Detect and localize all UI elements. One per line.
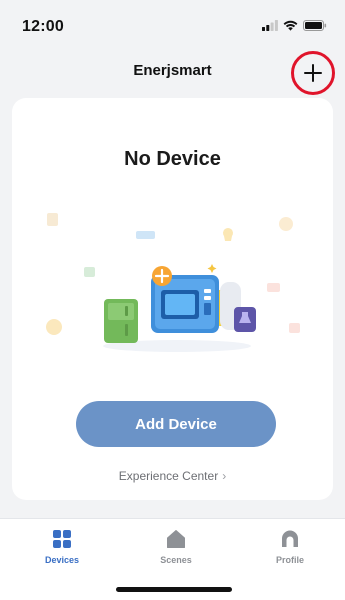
status-time: 12:00 <box>22 18 64 35</box>
no-device-illustration <box>46 213 300 352</box>
house-icon <box>167 530 185 548</box>
status-icons <box>262 20 327 31</box>
add-button[interactable] <box>291 51 335 95</box>
tab-scenes-label: Scenes <box>160 555 192 565</box>
faded-box-icon <box>47 213 58 226</box>
signal-icon <box>262 20 278 31</box>
chevron-right-icon: › <box>222 469 227 483</box>
faded-ac-icon <box>136 231 155 239</box>
faded-lamp-icon <box>267 283 280 292</box>
faded-dot-icon <box>46 319 62 335</box>
empty-state-card: No Device Add Device Experience Center › <box>12 98 333 500</box>
tab-devices-label: Devices <box>44 555 80 565</box>
grid-icon <box>53 530 71 548</box>
faded-square-icon <box>84 267 95 277</box>
tab-profile-label: Profile <box>275 555 304 565</box>
empty-state-title: No Device <box>124 148 221 170</box>
experience-center-label: Experience Center <box>118 469 219 483</box>
faded-cup-icon <box>289 323 300 333</box>
experience-center-link[interactable]: Experience Center › <box>12 469 333 483</box>
app-header: Enerjsmart <box>0 50 345 95</box>
tab-scenes[interactable]: Scenes <box>136 529 216 565</box>
wifi-icon <box>283 20 298 31</box>
faded-circle-icon <box>279 217 293 231</box>
home-indicator <box>116 587 232 592</box>
profile-icon <box>282 530 298 547</box>
plus-icon <box>304 64 322 82</box>
sparkle-icon <box>207 264 217 273</box>
add-device-button[interactable]: Add Device <box>76 401 276 447</box>
tab-profile[interactable]: Profile <box>250 529 330 565</box>
tab-devices[interactable]: Devices <box>22 529 102 565</box>
status-bar: 12:00 <box>0 0 345 56</box>
battery-icon <box>303 20 327 31</box>
tab-bar: Devices Scenes Profile <box>0 518 345 600</box>
faded-bulb-icon <box>223 228 234 241</box>
